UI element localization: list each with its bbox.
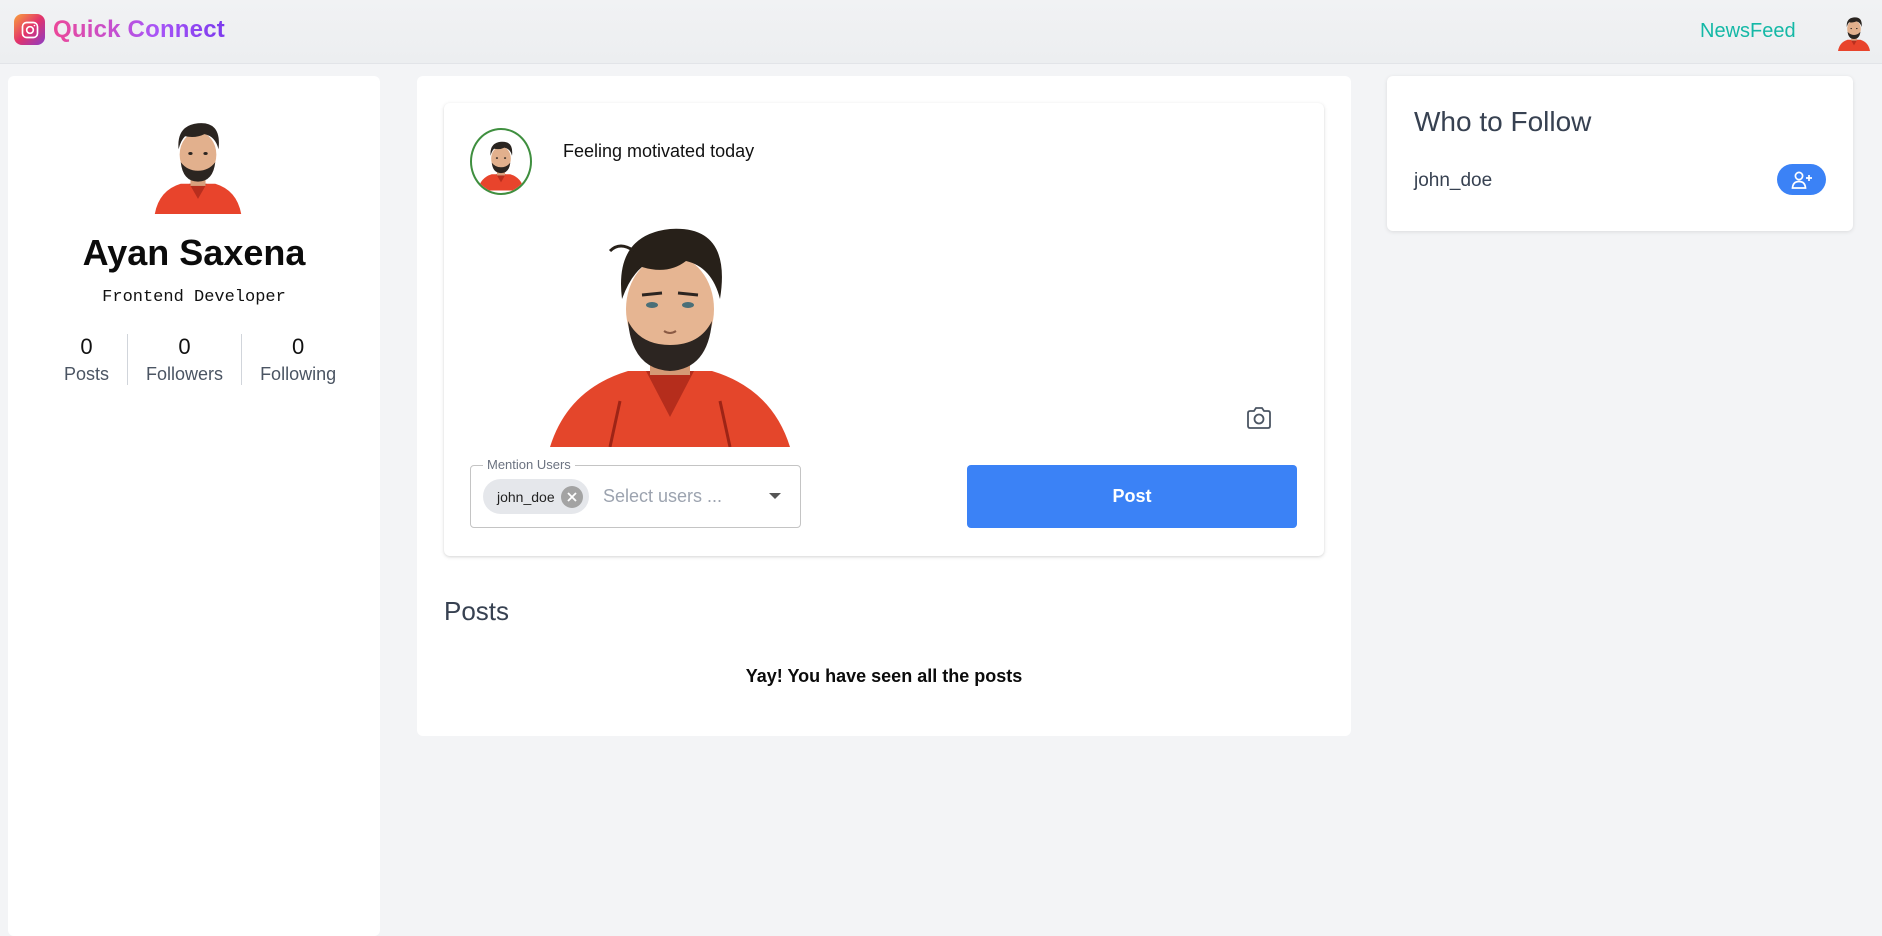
follow-button[interactable] [1777, 164, 1826, 195]
top-navbar: Quick Connect NewsFeed [0, 0, 1882, 64]
post-composer: Feeling motivated today Mention Users jo… [444, 103, 1324, 556]
profile-role: Frontend Developer [102, 288, 286, 307]
profile-stats: 0 Posts 0 Followers 0 Following [46, 334, 354, 385]
posts-heading: Posts [444, 596, 510, 626]
camera-icon[interactable] [1242, 403, 1276, 433]
stat-posts: 0 Posts [46, 334, 127, 385]
stat-value: 0 [178, 334, 191, 359]
mention-users-label: Mention Users [483, 457, 575, 472]
user-plus-icon [1791, 171, 1812, 189]
post-button[interactable]: Post [967, 465, 1297, 528]
user-avatar[interactable] [1834, 10, 1874, 52]
newsfeed-link[interactable]: NewsFeed [1700, 20, 1796, 43]
cancel-circle-icon[interactable] [560, 485, 583, 508]
suggested-username[interactable]: john_doe [1414, 170, 1492, 192]
mention-chip-label: john_doe [497, 488, 555, 505]
who-to-follow-title: Who to Follow [1414, 106, 1592, 137]
brand-name: Quick Connect [53, 15, 225, 43]
stat-value: 0 [80, 334, 93, 359]
stat-label: Posts [64, 364, 110, 384]
feed-panel: Feeling motivated today Mention Users jo… [417, 76, 1351, 736]
stat-label: Following [260, 364, 337, 384]
dropdown-arrow-icon[interactable] [769, 493, 781, 499]
instagram-icon [14, 14, 45, 45]
composer-text[interactable]: Feeling motivated today [563, 141, 754, 162]
image-preview [550, 221, 790, 447]
profile-card: Ayan Saxena Frontend Developer 0 Posts 0… [8, 76, 380, 936]
profile-avatar [142, 106, 254, 214]
stat-followers: 0 Followers [127, 334, 241, 385]
profile-name: Ayan Saxena [82, 232, 306, 273]
stat-label: Followers [146, 364, 224, 384]
mention-chip: john_doe [483, 479, 589, 514]
mention-users-input[interactable] [603, 482, 733, 510]
brand-link[interactable]: Quick Connect [14, 14, 225, 45]
stat-following: 0 Following [241, 334, 354, 385]
mention-users-field[interactable]: Mention Users john_doe [470, 457, 801, 528]
who-to-follow-card: Who to Follow john_doe [1387, 76, 1853, 231]
end-of-feed-message: Yay! You have seen all the posts [745, 666, 1023, 686]
stat-value: 0 [291, 334, 305, 359]
composer-avatar [470, 128, 532, 195]
